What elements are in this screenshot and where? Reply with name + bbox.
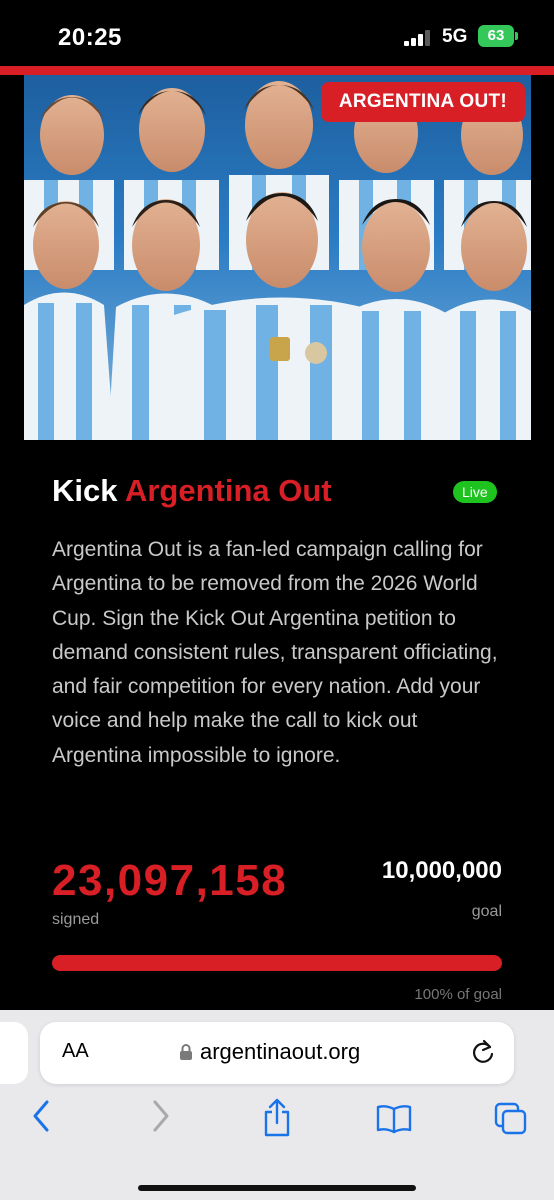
status-bar: 20:25 5G 63 [0,0,554,66]
browser-chrome: AA argentinaout.org [0,1010,554,1200]
forward-icon[interactable] [150,1098,172,1134]
browser-toolbar [0,1098,554,1142]
cellular-signal-icon [404,30,434,46]
title-part-kick: Kick [52,473,118,508]
progress-text: 100% of goal [414,986,502,1003]
aa-label: AA [62,1040,89,1062]
url-text[interactable]: argentinaout.org [200,1039,360,1065]
battery-nub [515,32,518,40]
reload-icon[interactable] [470,1038,496,1066]
players-illustration [24,81,531,440]
signed-label: signed [52,911,100,928]
reader-settings-button[interactable]: AA [62,1040,89,1063]
address-bar[interactable]: AA argentinaout.org [40,1022,514,1084]
bookmarks-icon[interactable] [376,1104,412,1134]
site-header-bar [0,66,554,75]
back-icon[interactable] [30,1098,52,1134]
previous-tab-peek[interactable] [0,1022,28,1084]
title-part-argentina-out: Argentina Out [124,473,332,508]
battery-icon: 63 [478,25,514,47]
progress-fill [52,955,502,971]
tabs-icon[interactable] [494,1102,528,1136]
home-indicator [138,1185,416,1191]
argentina-out-badge: ARGENTINA OUT! [320,82,525,122]
network-type: 5G [442,26,468,47]
live-badge: Live [453,481,497,503]
goal-value: 10,000,000 [381,857,502,884]
campaign-description: Argentina Out is a fan-led campaign call… [52,538,498,767]
goal-label: goal [471,903,502,920]
share-icon[interactable] [262,1098,292,1138]
battery-level: 63 [487,27,505,44]
hero-team-image: ARGENTINA OUT! [24,75,531,440]
campaign-title: Kick Argentina Out [52,473,332,509]
signed-count: 23,097,158 [52,856,288,905]
progress-bar [52,955,502,971]
status-time: 20:25 [58,24,122,51]
lock-icon [180,1044,192,1060]
page-content: ARGENTINA OUT! Kick Argentina Out Live A… [0,75,554,1010]
